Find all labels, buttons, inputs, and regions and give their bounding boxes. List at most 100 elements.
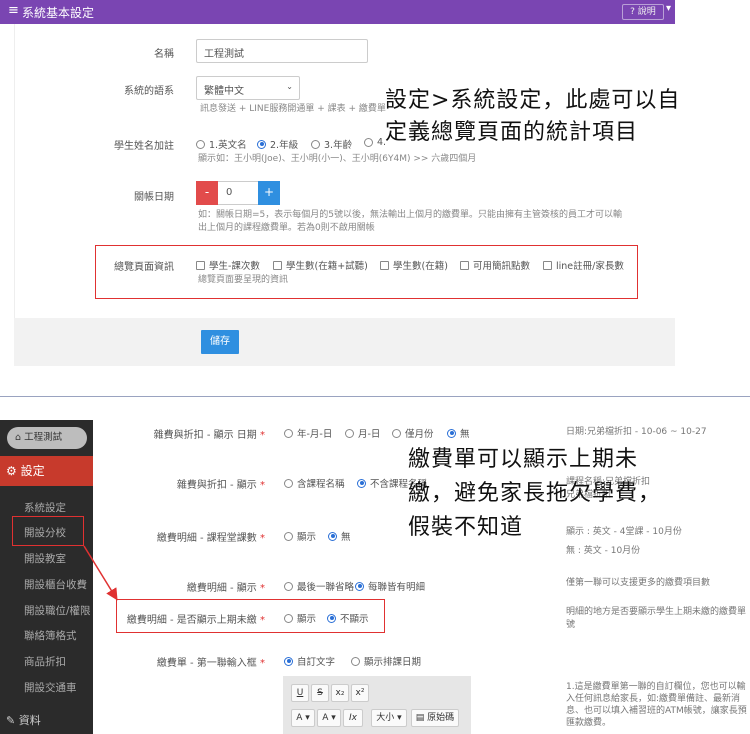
name-addition-option-4[interactable]: 4. (364, 137, 386, 148)
row-display-label: 雜費與折扣 - 顯示 * (176, 480, 265, 491)
row-detail-label: 繳費明細 - 顯示 * (186, 583, 265, 594)
overview-option-students-trial[interactable]: 學生數(在籍+試聽) (273, 258, 368, 272)
date-option-ymd[interactable]: 年-月-日 (284, 426, 332, 440)
sidebar-item-position[interactable]: 開設職位/權限 (24, 603, 92, 618)
chevron-down-icon[interactable]: ▾ (666, 3, 671, 14)
name-addition-hint: 顯示如：王小明(Joe)、王小明(小一)、王小明(6Y4M) >> 六歲四個月 (198, 154, 477, 164)
overview-option-lessons[interactable]: 學生-課次數 (196, 258, 260, 272)
radio-icon (284, 478, 293, 488)
row-date-note: 日期:兄弟檔折扣 - 10-06 ~ 10-27 (566, 427, 707, 437)
clear-format-button[interactable]: Ix (343, 709, 363, 727)
name-addition-option-grade[interactable]: 2.年級 (257, 137, 298, 151)
radio-icon (364, 138, 373, 147)
chevron-down-icon: ⌄ (286, 82, 293, 91)
underline-button[interactable]: U (291, 684, 309, 702)
row-first-copy-label: 繳費單 - 第一聯輸入框 * (156, 658, 265, 669)
sidebar-item-settings[interactable]: ⚙ 設定 (0, 456, 93, 486)
callout-text-top-2: 定義總覽頁面的統計項目 (385, 120, 639, 145)
close-date-hint-2: 出上個月的課程繳費單。若為0則不啟用關帳 (198, 223, 375, 233)
row-first-copy-note-4: 匯款繳費。 (566, 718, 612, 728)
radio-selected-icon (447, 428, 456, 438)
radio-icon (196, 139, 205, 149)
school-selector[interactable]: ⌂ 工程測試 (7, 427, 87, 449)
row-detail-note: 僅第一聯可以支援更多的繳費項目數 (566, 578, 711, 588)
callout-text-bottom-1: 繳費單可以顯示上期未 (408, 447, 639, 472)
sidebar-item-contact-book[interactable]: 聯絡簿格式 (24, 628, 77, 643)
language-select[interactable]: 繁體中文 ⌄ (196, 76, 300, 100)
sidebar-item-classroom[interactable]: 開設教室 (24, 551, 66, 566)
first-copy-option-schedule[interactable]: 顯示排課日期 (351, 654, 421, 668)
radio-selected-icon (357, 478, 366, 488)
row-lessons-note-2: 無 : 英文 - 10月份 (566, 546, 641, 556)
help-button[interactable]: ? 說明 (622, 4, 664, 20)
font-size-select[interactable]: 大小 ▾ (371, 709, 407, 727)
detail-option-all[interactable]: 每聯皆有明細 (355, 579, 425, 593)
date-option-md[interactable]: 月-日 (345, 426, 380, 440)
panel-footer (14, 318, 675, 366)
date-option-none[interactable]: 無 (447, 426, 470, 440)
radio-selected-icon (355, 581, 364, 591)
name-input[interactable]: 工程測試 (196, 39, 368, 63)
radio-icon (351, 656, 360, 666)
row-unpaid-note-1: 明細的地方是否要顯示學生上期未繳的繳費單 (566, 607, 747, 617)
sidebar-item-bus[interactable]: 開設交通車 (24, 680, 77, 695)
overview-option-students[interactable]: 學生數(在籍) (380, 258, 448, 272)
radio-selected-icon (257, 139, 266, 149)
rich-text-toolbar: U S x₂ x² A ▾ A ▾ Ix 大小 ▾ ▤ 原始碼 (283, 676, 471, 734)
strikethrough-button[interactable]: S (311, 684, 329, 702)
divider (0, 396, 750, 397)
panel-title: 系統基本設定 (22, 6, 95, 20)
bg-color-button[interactable]: A ▾ (317, 709, 341, 727)
sidebar-item-counter[interactable]: 開設櫃台收費 (24, 577, 92, 592)
overview-option-line-parents[interactable]: line註冊/家長數 (543, 258, 624, 272)
radio-icon (345, 428, 354, 438)
menu-icon[interactable]: ≡ (8, 3, 19, 18)
radio-icon (284, 613, 293, 623)
first-copy-option-custom[interactable]: 自訂文字 (284, 654, 335, 668)
overview-option-sms-points[interactable]: 可用簡訊點數 (460, 258, 530, 272)
lessons-option-none[interactable]: 無 (328, 529, 351, 543)
date-option-month[interactable]: 僅月份 (392, 426, 434, 440)
language-label: 系統的語系 (124, 86, 174, 97)
highlight-box (95, 245, 638, 299)
subscript-button[interactable]: x₂ (331, 684, 349, 702)
school-icon: ⌂ (15, 432, 25, 443)
radio-selected-icon (327, 613, 336, 623)
save-button[interactable]: 儲存 (201, 330, 239, 354)
name-addition-option-english[interactable]: 1.英文名 (196, 137, 247, 151)
name-label: 名稱 (154, 49, 174, 60)
language-select-value: 繁體中文 (204, 86, 244, 97)
decrement-button[interactable]: - (196, 181, 218, 205)
detail-option-omit-last[interactable]: 最後一聯省略 (284, 579, 354, 593)
radio-icon (311, 139, 320, 149)
radio-icon (284, 531, 293, 541)
checkbox-icon (273, 260, 282, 270)
language-hint: 訊息發送 + LINE服務開通單 + 課表 + 繳費單 (200, 104, 386, 114)
lessons-option-show[interactable]: 顯示 (284, 529, 316, 543)
name-addition-option-age[interactable]: 3.年齡 (311, 137, 352, 151)
sidebar-item-data[interactable]: ✎ 資料 (6, 712, 41, 728)
radio-icon (284, 581, 293, 591)
display-option-with-course[interactable]: 含課程名稱 (284, 476, 345, 490)
sidebar-item-system-settings[interactable]: 系統設定 (24, 500, 66, 515)
unpaid-option-hide[interactable]: 不顯示 (327, 611, 369, 625)
unpaid-option-show[interactable]: 顯示 (284, 611, 316, 625)
radio-selected-icon (328, 531, 337, 541)
source-button[interactable]: ▤ 原始碼 (411, 709, 459, 727)
callout-text-bottom-2: 繳，避免家長拖欠學費， (408, 481, 662, 506)
row-unpaid-label: 繳費明細 - 是否顯示上期未繳 * (126, 615, 265, 626)
sidebar-item-discount[interactable]: 商品折扣 (24, 654, 66, 669)
checkbox-icon (380, 260, 389, 270)
checkbox-icon (460, 260, 469, 270)
radio-selected-icon (284, 656, 293, 666)
font-color-button[interactable]: A ▾ (291, 709, 315, 727)
superscript-button[interactable]: x² (351, 684, 369, 702)
overview-label: 總覽頁面資訊 (114, 262, 174, 273)
increment-button[interactable]: + (258, 181, 280, 205)
close-date-label: 關帳日期 (134, 192, 174, 203)
radio-icon (392, 428, 401, 438)
close-date-input[interactable]: 0 (218, 181, 258, 205)
radio-icon (284, 428, 293, 438)
close-date-hint-1: 如：關帳日期=5，表示每個月的5號以後，無法輸出上個月的繳費單。只能由擁有主管簽… (198, 210, 622, 220)
source-icon: ▤ (415, 713, 428, 723)
